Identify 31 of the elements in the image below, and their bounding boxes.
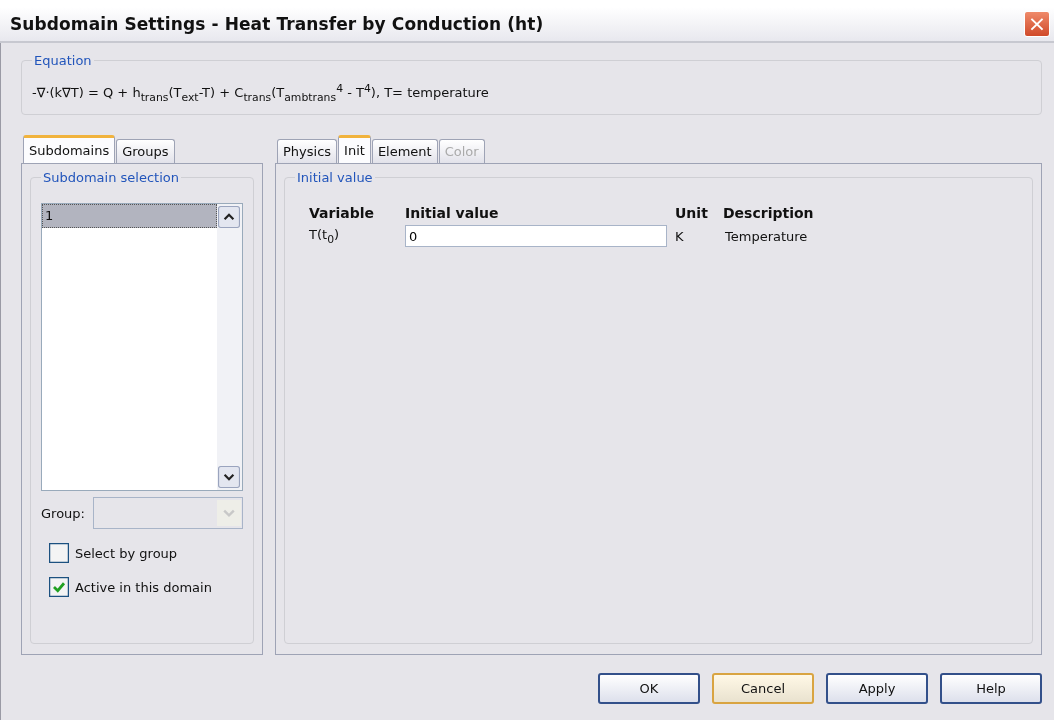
dialog-button[interactable]: Apply xyxy=(826,673,928,704)
checkbox-label: Active in this domain xyxy=(75,579,212,595)
checkbox[interactable] xyxy=(49,577,69,597)
dialog-button[interactable]: Cancel xyxy=(712,673,814,704)
column-header: Initial value xyxy=(405,205,500,221)
column-header: Variable xyxy=(309,205,375,221)
dialog-button[interactable]: Help xyxy=(940,673,1042,704)
variable-cell-text: T(t$_{0}$) xyxy=(309,226,341,246)
tab[interactable]: Groups xyxy=(116,139,175,163)
unit-cell-text: K xyxy=(675,228,685,244)
list-item[interactable]: 1 xyxy=(42,204,217,228)
scroll-up-button[interactable] xyxy=(218,206,240,228)
column-header: Description xyxy=(723,205,815,221)
group-label: Group: xyxy=(41,505,85,521)
dialog-button[interactable]: OK xyxy=(598,673,700,704)
group-legend: Equation xyxy=(32,53,94,68)
checkbox-label: Select by group xyxy=(75,545,178,561)
column-header: Unit xyxy=(675,205,709,221)
checkbox[interactable] xyxy=(49,543,69,563)
scroll-down-button[interactable] xyxy=(218,466,240,488)
equation-text: -∇·(k∇T) = Q + h$_{trans}$(T$_{ext}$-T) + C$_{trans}$(T$_{ambtrans}$$^{4}$ - T$^{4}$), T= temperature xyxy=(32,82,489,104)
tab[interactable]: Physics xyxy=(277,139,338,163)
group-legend: Subdomain selection xyxy=(41,170,181,185)
caret-icon xyxy=(217,500,241,526)
window-title: Subdomain Settings - Heat Transfer by Conduction (ht) xyxy=(10,14,544,34)
tab[interactable]: Element xyxy=(371,139,438,163)
description-cell-text: Temperature xyxy=(725,228,809,244)
group-legend: Initial value xyxy=(295,170,375,185)
tab[interactable]: Init xyxy=(338,135,371,163)
input-field[interactable]: 0 xyxy=(405,225,667,247)
tab[interactable]: Subdomains xyxy=(23,135,116,163)
